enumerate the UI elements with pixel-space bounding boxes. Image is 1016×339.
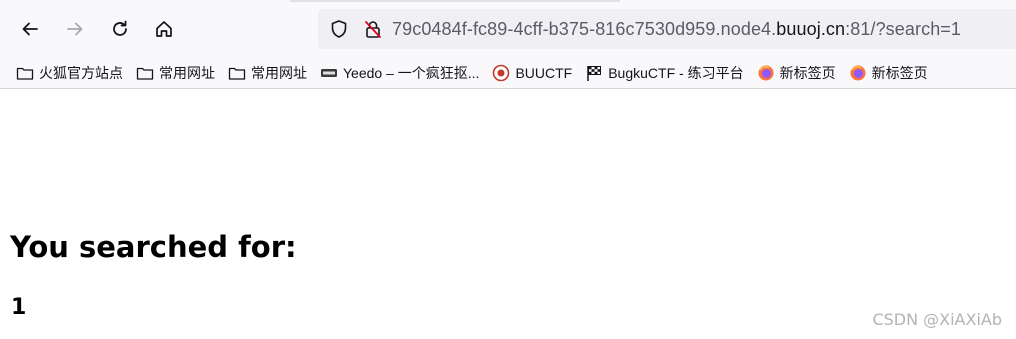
firefox-icon xyxy=(849,64,867,82)
folder-icon xyxy=(136,64,154,82)
insecure-lock-icon[interactable] xyxy=(362,18,384,40)
bookmark-label: BugkuCTF - 练习平台 xyxy=(608,65,744,81)
back-arrow-icon xyxy=(22,22,38,36)
bookmark-label: 常用网址 xyxy=(159,65,215,81)
bookmark-buuctf[interactable]: BUUCTF xyxy=(488,60,576,86)
bookmark-new-tab-2[interactable]: 新标签页 xyxy=(845,60,932,86)
page-content: You searched for: 1 CSDN @XiAXiAb xyxy=(0,90,1016,339)
bookmark-label: BUUCTF xyxy=(515,65,573,81)
checkered-flag-icon xyxy=(585,64,603,82)
bookmark-yeedo[interactable]: Yeedo – 一个疯狂抠... xyxy=(316,60,483,86)
url-suffix: :81/?search=1 xyxy=(845,18,962,39)
bookmark-label: 火狐官方站点 xyxy=(39,65,123,81)
bookmark-label: Yeedo – 一个疯狂抠... xyxy=(343,65,480,81)
yeedo-favicon-icon xyxy=(320,64,338,82)
buuctf-favicon-icon xyxy=(492,64,510,82)
bookmark-folder-firefox-official[interactable]: 火狐官方站点 xyxy=(12,60,127,86)
firefox-icon xyxy=(757,64,775,82)
reload-button[interactable] xyxy=(103,12,137,46)
url-prefix: 79c0484f-fc89-4cff-b375-816c7530d959.nod… xyxy=(392,18,777,39)
url-host: buuoj.cn xyxy=(776,18,846,39)
bookmark-new-tab-1[interactable]: 新标签页 xyxy=(753,60,840,86)
bookmark-label: 新标签页 xyxy=(779,65,836,81)
bookmark-folder-common-2[interactable]: 常用网址 xyxy=(224,60,311,86)
forward-arrow-icon xyxy=(67,22,83,36)
forward-button[interactable] xyxy=(58,12,92,46)
home-icon xyxy=(156,21,172,37)
bookmark-bugkuctf[interactable]: BugkuCTF - 练习平台 xyxy=(581,60,747,86)
browser-toolbar: 79c0484f-fc89-4cff-b375-816c7530d959.nod… xyxy=(0,0,1016,58)
folder-icon xyxy=(228,64,246,82)
tab-strip-edge xyxy=(290,0,620,2)
bookmark-folder-common-1[interactable]: 常用网址 xyxy=(132,60,219,86)
bookmarks-toolbar: 火狐官方站点 常用网址 常用网址 Yeedo – 一个疯狂抠... BUUCTF xyxy=(0,58,1016,89)
reload-icon xyxy=(113,20,127,36)
url-text[interactable]: 79c0484f-fc89-4cff-b375-816c7530d959.nod… xyxy=(392,19,961,40)
search-result-value: 1 xyxy=(11,295,27,320)
csdn-watermark: CSDN @XiAXiAb xyxy=(872,310,1002,329)
address-bar[interactable]: 79c0484f-fc89-4cff-b375-816c7530d959.nod… xyxy=(318,9,1016,49)
tracking-shield-icon[interactable] xyxy=(328,18,350,40)
bookmark-label: 常用网址 xyxy=(251,65,307,81)
search-heading: You searched for: xyxy=(10,230,297,264)
bookmark-label: 新标签页 xyxy=(871,65,928,81)
back-button[interactable] xyxy=(13,12,47,46)
folder-icon xyxy=(16,64,34,82)
home-button[interactable] xyxy=(147,12,181,46)
